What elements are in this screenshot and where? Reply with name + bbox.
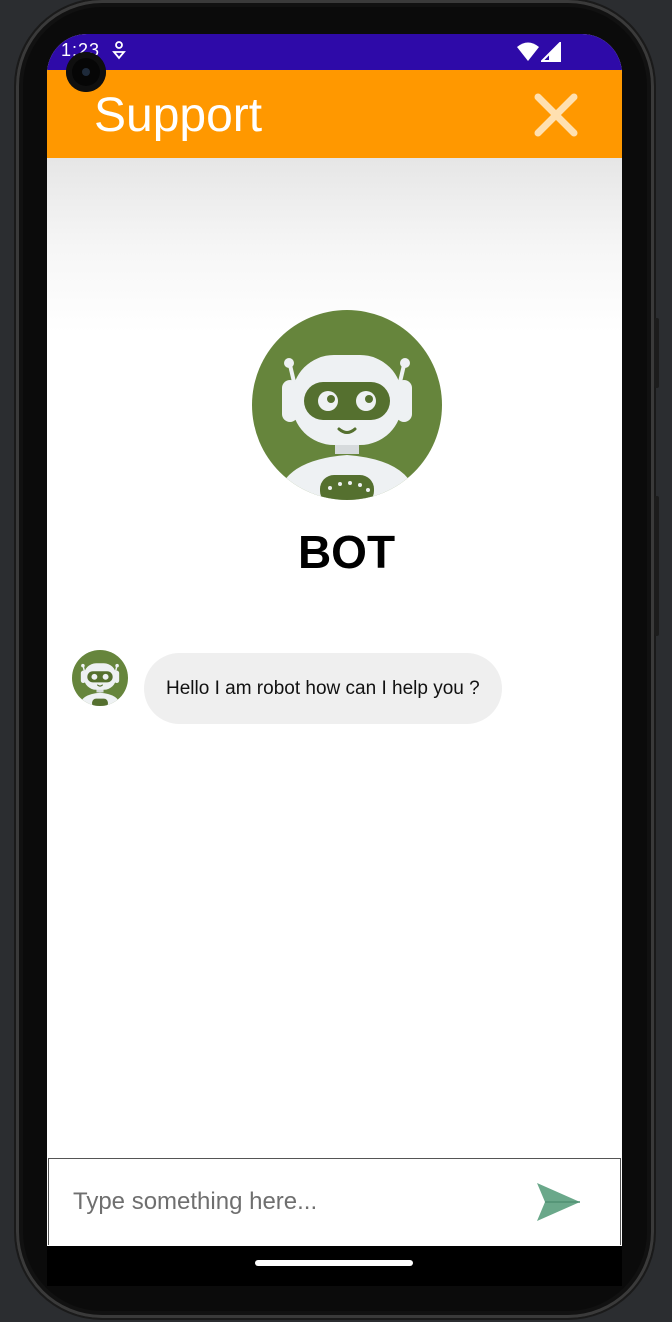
wifi-icon [517, 42, 539, 61]
home-gesture-bar[interactable] [255, 1260, 413, 1266]
message-input[interactable] [73, 1181, 513, 1223]
page-title: Support [94, 89, 263, 142]
message-composer [48, 1158, 621, 1245]
app-bar: Support [47, 70, 622, 158]
volume-button [654, 318, 659, 388]
signal-icon [541, 42, 561, 62]
power-button [654, 496, 659, 636]
status-bar: 1:23 [47, 34, 622, 70]
bot-name: BOT [297, 526, 396, 578]
chat-area: BOT Hello I am robot how can I help you … [47, 158, 622, 1159]
robot-avatar-icon [72, 650, 128, 706]
navigation-bar [47, 1246, 622, 1286]
notification-icon [112, 41, 126, 60]
chat-message: Hello I am robot how can I help you ? [72, 650, 592, 730]
send-icon[interactable] [533, 1177, 583, 1227]
close-icon[interactable] [531, 90, 581, 140]
front-camera [66, 52, 106, 92]
app-screen: 1:23 Support BOT Hello I am robot how ca… [47, 34, 622, 1246]
message-bubble: Hello I am robot how can I help you ? [144, 653, 502, 724]
robot-avatar-icon [252, 310, 442, 500]
